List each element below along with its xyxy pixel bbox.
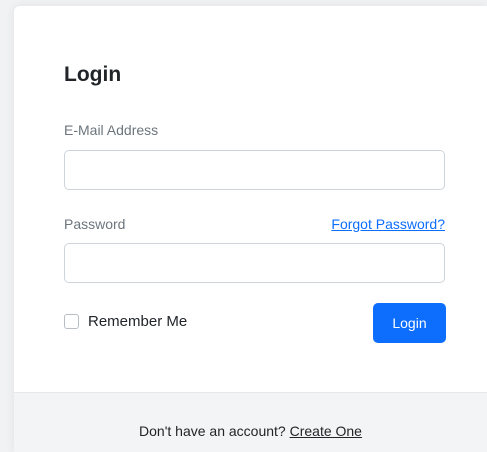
signup-prompt-text: Don't have an account? [139,423,286,439]
remember-me-label[interactable]: Remember Me [88,313,187,330]
remember-me-checkbox[interactable] [64,314,79,329]
login-title: Login [64,63,122,86]
signup-prompt: Don't have an account? Create One [14,423,487,439]
forgot-password-link[interactable]: Forgot Password? [331,216,445,232]
email-label: E-Mail Address [64,122,159,138]
password-input[interactable] [64,243,445,283]
email-input[interactable] [64,150,445,190]
create-account-link[interactable]: Create One [290,423,362,439]
remember-me-row[interactable]: Remember Me [64,313,187,330]
login-card-body: Login E-Mail Address Password Forgot Pas… [14,6,487,392]
login-button[interactable]: Login [373,303,446,343]
login-card: Login E-Mail Address Password Forgot Pas… [14,6,487,452]
password-label: Password [64,216,126,232]
card-footer: Don't have an account? Create One [14,392,487,452]
